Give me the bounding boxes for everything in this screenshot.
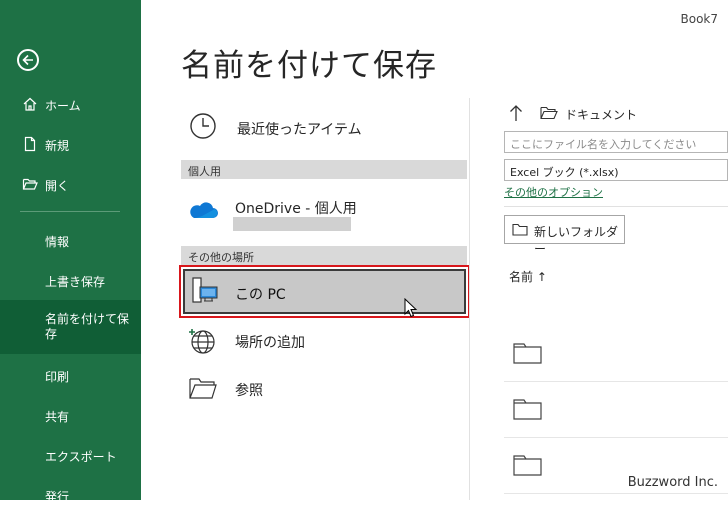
new-folder-label: 新しいフォルダー (534, 225, 619, 256)
folder-icon (540, 106, 558, 120)
sidebar-item-print[interactable]: 印刷 (0, 367, 141, 387)
mouse-cursor-icon (404, 298, 418, 318)
home-icon (23, 97, 37, 111)
clock-icon (190, 113, 216, 139)
sidebar-item-open[interactable]: 開く (0, 176, 141, 196)
open-folder-icon (22, 178, 38, 190)
sidebar-divider (20, 211, 120, 212)
page-title: 名前を付けて保存 (181, 48, 437, 84)
folder-icon (513, 343, 542, 364)
sidebar-item-save-as[interactable]: 名前を付けて保存 (0, 300, 141, 354)
computer-icon (192, 277, 218, 303)
sidebar-item-share[interactable]: 共有 (0, 407, 141, 427)
onedrive-cloud-icon (190, 202, 218, 218)
document-name: Book7 (680, 12, 719, 26)
location-onedrive[interactable]: OneDrive - 個人用 (181, 190, 467, 236)
filename-input[interactable]: ここにファイル名を入力してください (504, 131, 728, 153)
sidebar-item-label: ホーム (45, 99, 81, 113)
filetype-select[interactable]: Excel ブック (*.xlsx) (504, 159, 728, 181)
name-column-header[interactable]: 名前 ↑ (509, 268, 547, 285)
section-personal: 個人用 (181, 160, 467, 179)
sidebar-item-save[interactable]: 上書き保存 (0, 272, 141, 292)
location-browse[interactable]: 参照 (181, 372, 467, 406)
folder-row[interactable] (504, 325, 728, 382)
sidebar-item-label: 共有 (45, 410, 70, 424)
location-label: 参照 (235, 383, 263, 399)
browse-folder-icon (189, 378, 217, 399)
back-arrow-icon (22, 54, 33, 66)
sidebar-item-label: 新規 (45, 139, 70, 153)
location-label: 最近使ったアイテム (237, 122, 362, 138)
folder-row[interactable] (504, 381, 728, 438)
current-path[interactable]: ドキュメント (565, 106, 637, 123)
sidebar-item-label: 印刷 (45, 370, 70, 384)
selection-highlight (183, 269, 466, 314)
sidebar-item-label: 発行 (45, 490, 70, 504)
section-label: その他の場所 (188, 251, 254, 264)
location-label: この PC (235, 287, 286, 303)
location-add-place[interactable]: 場所の追加 (181, 324, 467, 358)
new-folder-icon (512, 223, 528, 236)
watermark: Buzzword Inc. (627, 475, 718, 490)
sidebar-item-label: 上書き保存 (45, 275, 106, 289)
folder-icon (513, 455, 542, 476)
sidebar-item-new[interactable]: 新規 (0, 136, 141, 156)
right-divider (504, 206, 728, 207)
sidebar-item-publish[interactable]: 発行 (0, 487, 141, 507)
sidebar-item-info[interactable]: 情報 (0, 232, 141, 252)
sidebar-item-home[interactable]: ホーム (0, 96, 141, 116)
section-other-places: その他の場所 (181, 246, 467, 265)
sidebar-item-label: 開く (45, 179, 70, 193)
sidebar-item-label: エクスポート (45, 450, 117, 464)
location-recent[interactable]: 最近使ったアイテム (181, 110, 467, 144)
location-label: 場所の追加 (235, 335, 305, 351)
sidebar-item-label: 名前を付けて保存 (45, 312, 130, 341)
filename-placeholder: ここにファイル名を入力してください (510, 138, 697, 151)
sidebar-item-label: 情報 (45, 235, 70, 249)
back-button[interactable] (17, 49, 39, 71)
globe-add-icon (189, 329, 215, 354)
new-folder-button[interactable]: 新しいフォルダー (504, 215, 625, 256)
new-document-icon (24, 136, 36, 152)
location-this-pc[interactable]: この PC (179, 265, 470, 318)
section-label: 個人用 (188, 165, 221, 178)
folder-icon (513, 399, 542, 420)
up-arrow-icon[interactable] (509, 104, 523, 122)
filetype-value: Excel ブック (*.xlsx) (510, 166, 619, 179)
location-label: OneDrive - 個人用 (235, 201, 357, 217)
backstage-sidebar: ホーム 新規 開く 情報 上書き保存 名前を付けて保存 印刷 共有 エクスポート… (0, 0, 141, 504)
more-options-link[interactable]: その他のオプション (504, 184, 603, 200)
sidebar-item-export[interactable]: エクスポート (0, 447, 141, 467)
pane-divider (469, 98, 470, 500)
account-redacted-bar (233, 217, 351, 231)
